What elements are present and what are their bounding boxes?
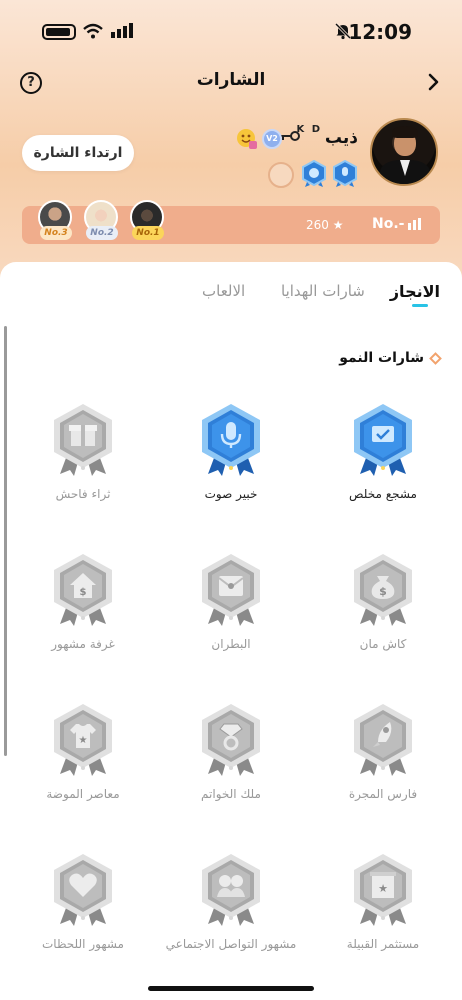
svg-text:$: $ bbox=[80, 587, 87, 598]
people-icon bbox=[202, 854, 260, 926]
badge-item[interactable]: ★ معاصر الموضة bbox=[8, 702, 158, 842]
badge-name: غرفة مشهور bbox=[51, 637, 115, 651]
badge-name: مشهور اللحظات bbox=[42, 937, 124, 951]
rocket-icon bbox=[354, 704, 412, 776]
emoji-badge-icon bbox=[237, 129, 257, 149]
level-badge-icon bbox=[302, 160, 326, 187]
badge-name: كاش مان bbox=[359, 637, 407, 651]
microphone-icon bbox=[202, 404, 260, 476]
badge-name: مشهور التواصل الاجتماعي bbox=[165, 937, 297, 951]
vip-level-badge: V2 bbox=[262, 129, 282, 149]
money-bag-icon: $ bbox=[354, 554, 412, 626]
user-tag: K D bbox=[296, 124, 322, 135]
link-icon bbox=[268, 162, 294, 188]
badge-item[interactable]: ملك الخواتم bbox=[156, 702, 306, 842]
house-dollar-icon: $ bbox=[54, 554, 112, 626]
signal-icon bbox=[111, 23, 133, 38]
score-value: 260 ★ bbox=[306, 218, 344, 232]
svg-text:★: ★ bbox=[79, 735, 88, 746]
page-title: الشارات bbox=[196, 70, 266, 90]
badge-name: ملك الخواتم bbox=[201, 787, 261, 801]
badge-name: البطران bbox=[211, 637, 251, 651]
badge-item[interactable]: $ كاش مان bbox=[308, 552, 458, 692]
navigation-bar: ? الشارات bbox=[0, 62, 462, 102]
flag-star-icon: ★ bbox=[354, 854, 412, 926]
user-avatar[interactable] bbox=[370, 118, 438, 186]
badge-item[interactable]: ثراء فاحش bbox=[8, 402, 158, 542]
badge-item[interactable]: خبير صوت bbox=[156, 402, 306, 542]
my-rank: No.- bbox=[372, 216, 405, 232]
scrollbar[interactable] bbox=[4, 326, 7, 756]
voice-badge-icon bbox=[333, 160, 357, 187]
gift-icon bbox=[54, 404, 112, 476]
envelope-icon bbox=[202, 554, 260, 626]
badge-item[interactable]: مشهور اللحظات bbox=[8, 852, 158, 992]
rank-2-tag: No.2 bbox=[86, 226, 118, 240]
wifi-icon bbox=[83, 23, 103, 39]
rank-1-tag: No.1 bbox=[132, 226, 164, 240]
username: ذيب bbox=[324, 128, 358, 148]
svg-text:$: $ bbox=[379, 585, 387, 598]
section-title: شارات النمو bbox=[339, 350, 424, 366]
badge-name: معاصر الموضة bbox=[46, 787, 120, 801]
screen-check-icon bbox=[354, 404, 412, 476]
badge-name: مستثمر القبيلة bbox=[346, 937, 420, 951]
badge-name: فارس المجرة bbox=[348, 787, 418, 801]
heart-icon bbox=[54, 854, 112, 926]
active-tab-indicator bbox=[412, 304, 428, 307]
badge-item[interactable]: $ غرفة مشهور bbox=[8, 552, 158, 692]
back-chevron-icon[interactable] bbox=[422, 70, 446, 94]
status-time: 12:09 bbox=[348, 20, 412, 44]
tab-achievement[interactable]: الانجاز bbox=[390, 282, 440, 301]
badge-item[interactable]: مشجع مخلص bbox=[308, 402, 458, 542]
badge-item[interactable]: البطران bbox=[156, 552, 306, 692]
tab-games[interactable]: الالعاب bbox=[202, 282, 245, 300]
diamond-ring-icon bbox=[202, 704, 260, 776]
star-icon: ★ bbox=[332, 218, 344, 232]
equip-badge-button[interactable]: ارتداء الشارة bbox=[22, 135, 134, 171]
status-bar: 12:09 bbox=[0, 14, 462, 50]
badge-item[interactable]: فارس المجرة bbox=[308, 702, 458, 842]
rank-bars-icon bbox=[408, 218, 421, 230]
tshirt-icon: ★ bbox=[54, 704, 112, 776]
svg-text:★: ★ bbox=[378, 882, 388, 895]
home-indicator bbox=[148, 986, 314, 991]
rank-3-tag: No.3 bbox=[40, 226, 72, 240]
badge-item[interactable]: مشهور التواصل الاجتماعي bbox=[156, 852, 306, 992]
battery-icon bbox=[42, 24, 76, 40]
badge-name: خبير صوت bbox=[204, 487, 258, 501]
badge-item[interactable]: ★ مستثمر القبيلة bbox=[308, 852, 458, 992]
badge-name: مشجع مخلص bbox=[349, 487, 417, 501]
badge-name: ثراء فاحش bbox=[55, 487, 111, 501]
tab-gift-badges[interactable]: شارات الهدايا bbox=[281, 282, 365, 300]
